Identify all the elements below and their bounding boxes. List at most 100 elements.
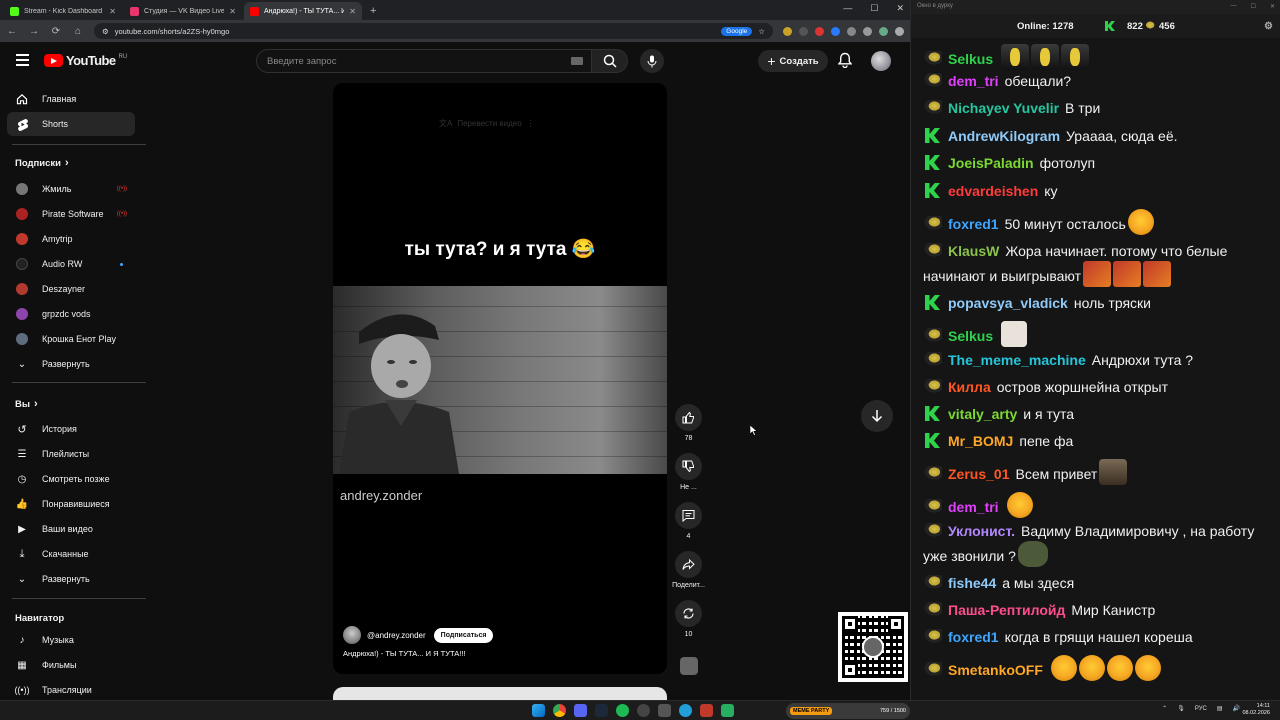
settings-gear-icon[interactable]: ⚙ <box>1264 21 1273 32</box>
chat-username[interactable]: dem_tri <box>948 499 999 515</box>
search-button[interactable] <box>592 49 628 73</box>
chat-username[interactable]: Уклонист. <box>948 523 1015 539</box>
chat-username[interactable]: Mr_BOMJ <box>948 433 1013 449</box>
site-info-icon[interactable]: ⚙ <box>102 27 109 36</box>
subscriptions-header[interactable]: Подписки › <box>15 157 69 169</box>
extension-icon[interactable] <box>815 26 824 36</box>
account-avatar[interactable] <box>871 51 891 71</box>
sidebar-item-liked[interactable]: 👍 Понравившиеся <box>7 492 135 516</box>
chat-username[interactable]: SmetankoOFF <box>948 662 1043 678</box>
sidebar-item-expand[interactable]: ⌄ Развернуть <box>7 352 135 376</box>
channel-avatar[interactable] <box>343 626 361 644</box>
close-window-icon[interactable]: ✕ <box>1270 3 1275 10</box>
close-tab-icon[interactable]: ✕ <box>229 7 236 16</box>
app-icon[interactable] <box>721 704 734 717</box>
youtube-logo[interactable]: YouTube RU <box>44 53 127 68</box>
steam-icon[interactable] <box>595 704 608 717</box>
sidebar-item-channel[interactable]: grpzdc vods <box>7 302 135 326</box>
sidebar-item-watch-later[interactable]: ◷ Смотреть позже <box>7 467 135 491</box>
chat-username[interactable]: JoeisPaladin <box>948 155 1034 171</box>
close-tab-icon[interactable]: ✕ <box>349 7 356 16</box>
sidebar-item-channel[interactable]: Amytrip <box>7 227 135 251</box>
like-button[interactable] <box>675 404 702 431</box>
sidebar-item-playlists[interactable]: ☰ Плейлисты <box>7 442 135 466</box>
notifications-bell-icon[interactable] <box>838 52 852 68</box>
chat-username[interactable]: Килла <box>948 379 991 395</box>
sidebar-item-downloads[interactable]: ⤓ Скачанные <box>7 542 135 566</box>
chrome-icon[interactable] <box>553 704 566 717</box>
volume-icon[interactable]: 🔊 <box>1233 705 1240 712</box>
extension-icon[interactable] <box>847 26 856 36</box>
bookmark-star-icon[interactable]: ☆ <box>758 27 765 36</box>
you-header[interactable]: Вы › <box>15 398 38 410</box>
chat-username[interactable]: Zerus_01 <box>948 466 1009 482</box>
extension-icon[interactable] <box>799 26 808 36</box>
sidebar-item-expand[interactable]: ⌄ Развернуть <box>7 567 135 591</box>
spotify-icon[interactable] <box>616 704 629 717</box>
close-window-icon[interactable]: ✕ <box>896 3 904 14</box>
chat-username[interactable]: popavsya_vladick <box>948 295 1068 311</box>
sidebar-item-home[interactable]: Главная <box>7 87 135 111</box>
menu-hamburger-icon[interactable] <box>16 54 29 66</box>
chat-username[interactable]: KlausW <box>948 243 999 259</box>
maximize-icon[interactable]: ☐ <box>870 3 878 14</box>
discord-icon[interactable] <box>574 704 587 717</box>
start-windows-icon[interactable] <box>532 704 545 717</box>
language-indicator[interactable]: РУС <box>1195 706 1207 712</box>
chat-username[interactable]: edvardeishen <box>948 183 1038 199</box>
telegram-icon[interactable] <box>679 704 692 717</box>
sidebar-item-channel[interactable]: Жмиль ((•)) <box>7 177 135 201</box>
google-chip[interactable]: Google <box>721 26 753 36</box>
shorts-player[interactable]: 文A Перевести видео ⋮ ты тута? и я тута 😂 <box>333 83 667 674</box>
chat-username[interactable]: AndrewKilogram <box>948 128 1060 144</box>
home-icon[interactable]: ⌂ <box>72 26 84 37</box>
tab-kick-dashboard[interactable]: Stream - Kick Dashboard ✕ <box>4 2 122 20</box>
subscribe-button[interactable]: Подписаться <box>433 627 494 643</box>
back-icon[interactable]: ← <box>6 26 18 37</box>
app-icon[interactable] <box>700 704 713 717</box>
obs-icon[interactable] <box>637 704 650 717</box>
extension-icon[interactable] <box>831 26 840 36</box>
chat-username[interactable]: Selkus <box>948 328 993 344</box>
forward-icon[interactable]: → <box>28 26 40 37</box>
chat-username[interactable]: foxred1 <box>948 629 999 645</box>
address-bar[interactable]: ⚙ youtube.com/shorts/a2ZS-hy0mgo Google … <box>94 23 773 39</box>
sidebar-item-movies[interactable]: ▦ Фильмы <box>7 653 135 677</box>
close-tab-icon[interactable]: ✕ <box>109 7 116 16</box>
menu-dots-icon[interactable] <box>895 26 904 36</box>
maximize-icon[interactable]: ☐ <box>1251 3 1256 10</box>
sound-thumbnail[interactable] <box>679 657 698 675</box>
sidebar-item-history[interactable]: ↺ История <box>7 417 135 441</box>
network-icon[interactable]: ▤ <box>1217 705 1223 712</box>
short-title[interactable]: Андрюха!) - ТЫ ТУТА... И Я ТУТА!!! <box>343 649 466 658</box>
chat-username[interactable]: Nichayev Yuvelir <box>948 100 1059 116</box>
create-button[interactable]: + Создать <box>758 50 828 72</box>
chat-username[interactable]: Selkus <box>948 51 993 67</box>
chat-username[interactable]: fishe44 <box>948 575 996 591</box>
sidebar-item-live[interactable]: ((•)) Трансляции <box>7 678 135 702</box>
sidebar-item-channel[interactable]: Крошка Енот Play <box>7 327 135 351</box>
tab-vk-studio[interactable]: Студия — VK Видео Live ✕ <box>124 2 242 20</box>
clock[interactable]: 14:11 08.02.2026 <box>1242 703 1270 717</box>
sidebar-item-music[interactable]: ♪ Музыка <box>7 628 135 652</box>
profile-icon[interactable] <box>879 26 888 36</box>
tray-arrow-icon[interactable]: ⌃ <box>1162 705 1167 712</box>
minimize-icon[interactable]: — <box>843 3 852 14</box>
voice-search-button[interactable] <box>640 49 664 73</box>
app-icon[interactable] <box>658 704 671 717</box>
reload-icon[interactable]: ⟳ <box>50 26 62 37</box>
sidebar-item-channel[interactable]: Deszayner <box>7 277 135 301</box>
dislike-button[interactable] <box>675 453 702 480</box>
extension-icon[interactable] <box>783 26 792 36</box>
share-button[interactable] <box>675 551 702 578</box>
comments-button[interactable] <box>675 502 702 529</box>
channel-handle[interactable]: @andrey.zonder <box>367 631 426 640</box>
sidebar-item-channel[interactable]: Pirate Software ((•)) <box>7 202 135 226</box>
remix-button[interactable] <box>675 600 702 627</box>
next-short-button[interactable] <box>861 400 893 432</box>
translate-video-button[interactable]: 文A Перевести видео ⋮ <box>439 118 535 129</box>
chat-username[interactable]: The_meme_machine <box>948 352 1086 368</box>
search-input[interactable]: Введите запрос <box>256 49 592 73</box>
chat-username[interactable]: foxred1 <box>948 216 999 232</box>
sidebar-item-your-videos[interactable]: ▶ Ваши видео <box>7 517 135 541</box>
